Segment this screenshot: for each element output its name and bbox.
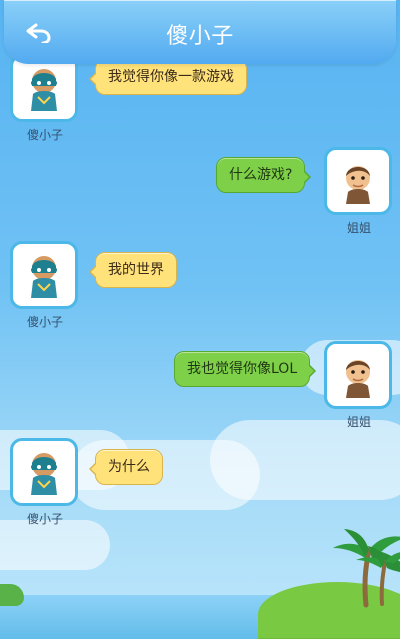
sister-avatar-icon [346, 360, 370, 398]
sender-name: 姐姐 [346, 415, 371, 429]
avatar[interactable] [324, 147, 392, 215]
message-text: 我也觉得你像LOL [187, 361, 298, 377]
message-bubble[interactable]: 我觉得你像一款游戏 [89, 59, 247, 95]
message-row: 傻小子 我觉得你像一款游戏 [0, 54, 400, 142]
left-island-decoration [0, 584, 24, 606]
message-row: 傻小子 我的世界 [0, 241, 400, 330]
message-bubble[interactable]: 我也觉得你像LOL [174, 351, 317, 387]
sender-avatar-group: 傻小子 [10, 241, 80, 330]
avatar[interactable] [10, 54, 78, 122]
sender-name: 傻小子 [26, 315, 63, 329]
message-row: 我也觉得你像LOL 姐姐 [0, 341, 400, 430]
page-title: 傻小子 [166, 24, 234, 49]
boy-hero-avatar-icon [31, 256, 57, 298]
chat-header: 傻小子 [4, 0, 396, 64]
boy-hero-avatar-icon [31, 453, 57, 495]
message-row: 傻小子 为什么 [0, 438, 400, 527]
cloud-decoration [0, 520, 110, 570]
boy-hero-avatar-icon [31, 69, 57, 111]
message-text: 我的世界 [108, 262, 164, 278]
message-row: 什么游戏? 姐姐 [0, 147, 400, 236]
sister-avatar-icon [346, 166, 370, 204]
message-bubble[interactable]: 为什么 [89, 449, 163, 485]
sender-name: 姐姐 [346, 221, 371, 235]
sender-name: 傻小子 [26, 512, 63, 526]
message-text: 我觉得你像一款游戏 [108, 69, 234, 85]
message-text: 什么游戏? [229, 167, 293, 183]
sender-avatar-group: 姐姐 [324, 341, 394, 430]
message-bubble[interactable]: 什么游戏? [216, 157, 312, 193]
message-bubble[interactable]: 我的世界 [89, 252, 177, 288]
sender-avatar-group: 傻小子 [10, 54, 80, 143]
sender-avatar-group: 傻小子 [10, 438, 80, 527]
avatar[interactable] [10, 241, 78, 309]
palm-tree-icon [356, 546, 400, 606]
sender-avatar-group: 姐姐 [324, 147, 394, 236]
avatar[interactable] [324, 341, 392, 409]
sender-name: 傻小子 [26, 128, 63, 142]
message-text: 为什么 [108, 459, 150, 475]
avatar[interactable] [10, 438, 78, 506]
